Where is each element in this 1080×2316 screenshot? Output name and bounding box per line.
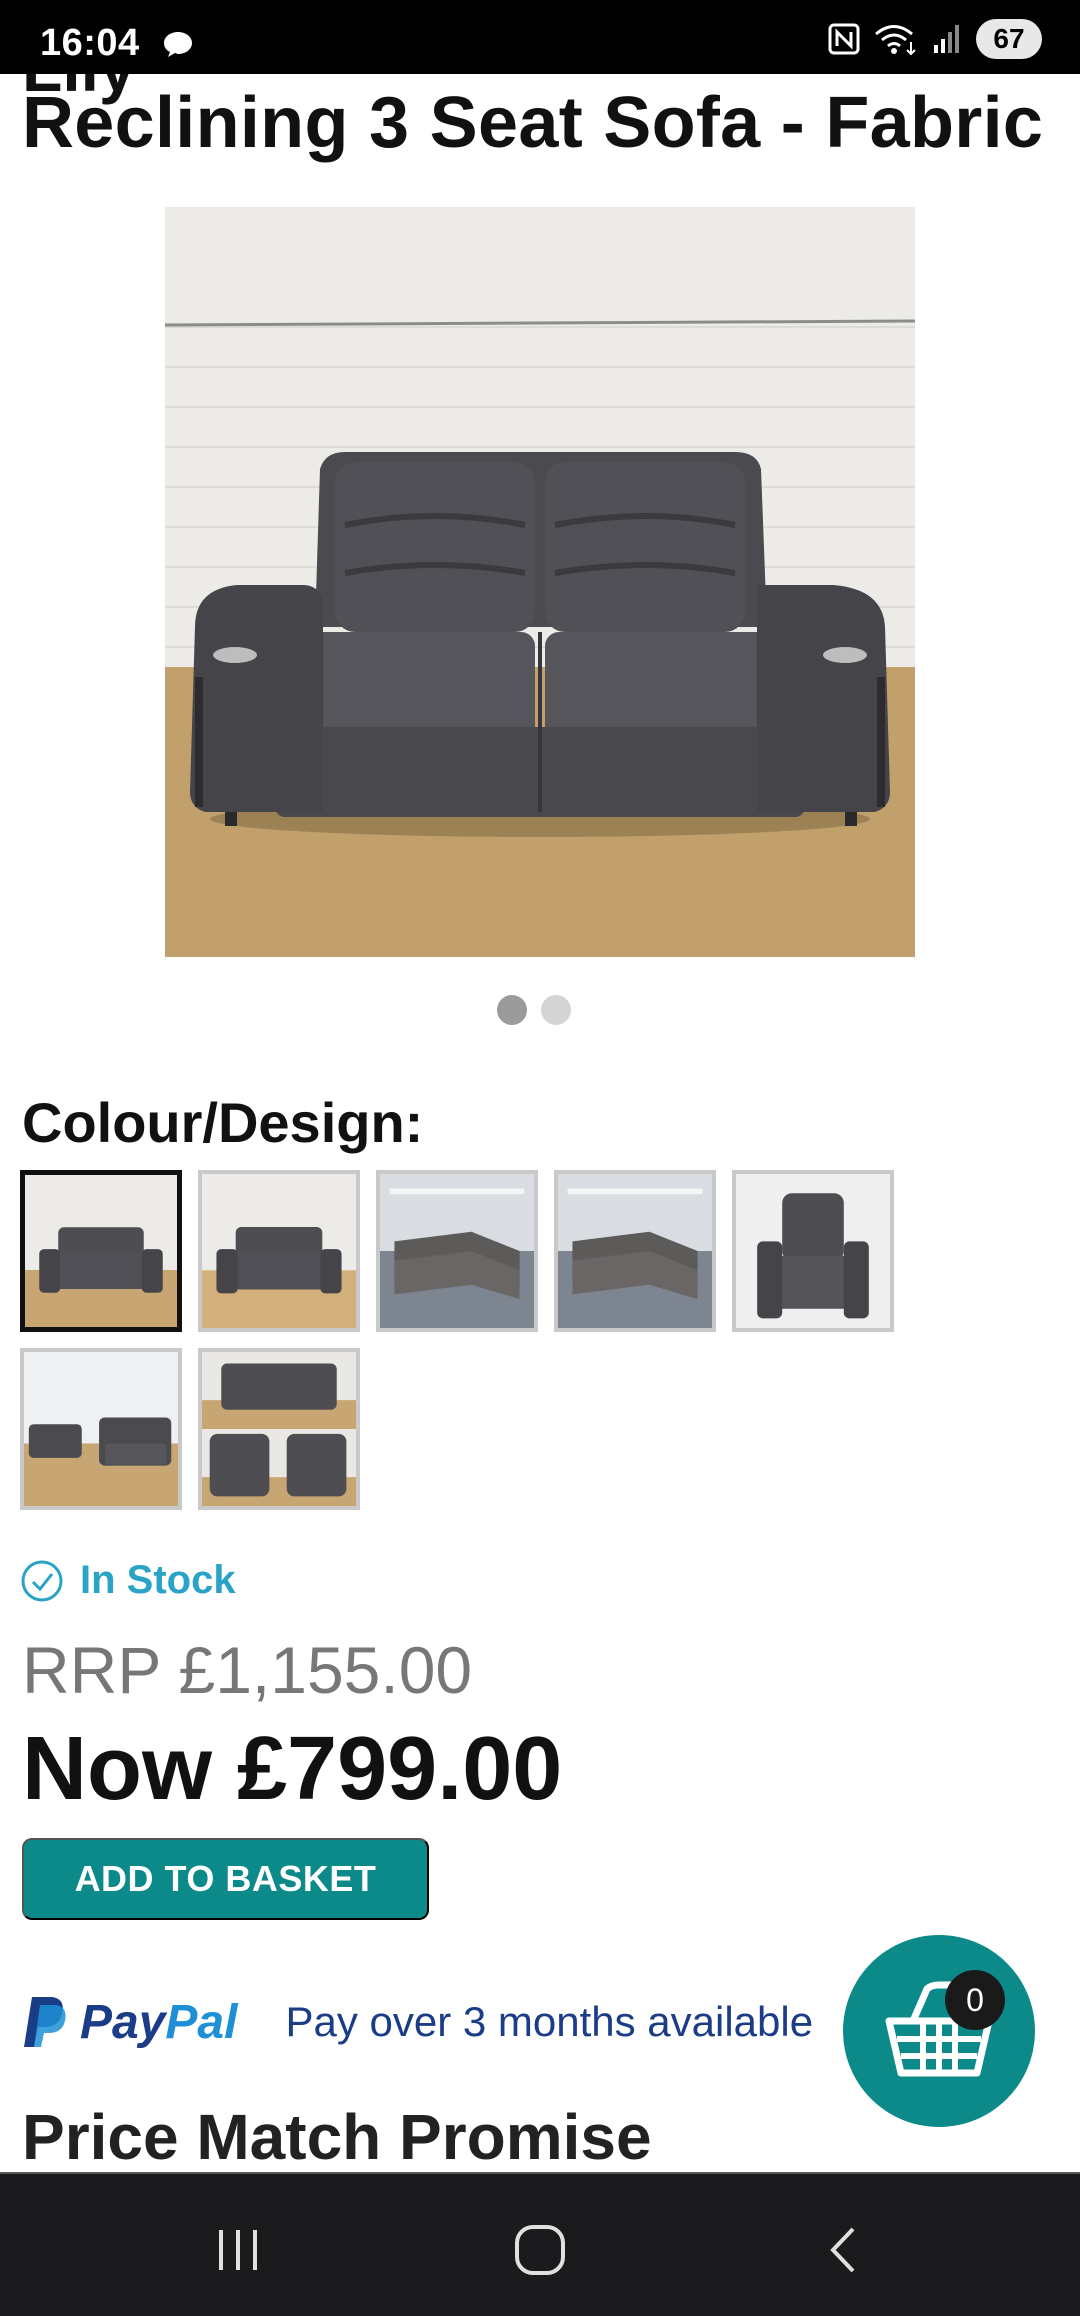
swatch-corner-sofa-image [380, 1174, 534, 1328]
cart-count-badge: 0 [945, 1970, 1005, 2030]
status-icons: 67 [828, 18, 1042, 60]
now-price: Now £799.00 [22, 1719, 563, 1819]
status-bar: 16:04 67 [0, 0, 1080, 74]
status-time: 16:04 [40, 22, 140, 64]
colour-swatch-7[interactable] [198, 1348, 360, 1510]
colour-swatch-2[interactable] [198, 1170, 360, 1332]
swatch-corner-sofa-image [558, 1174, 712, 1328]
back-icon [830, 2227, 855, 2273]
colour-swatch-6[interactable] [20, 1348, 182, 1510]
carousel-dot-2[interactable] [541, 995, 571, 1025]
stock-status: In Stock [20, 1558, 236, 1603]
battery-indicator: 67 [976, 19, 1042, 59]
price-match-heading: Price Match Promise [22, 2101, 652, 2173]
paypal-instalments-text: Pay over 3 months available [285, 1998, 814, 2045]
swatch-armchair-image [736, 1174, 890, 1328]
swatch-sofa-image [25, 1175, 177, 1327]
check-circle-icon [21, 1560, 63, 1601]
paypal-banner[interactable]: PayPal Pay over 3 months available [22, 1990, 813, 2054]
stock-label: In Stock [80, 1558, 236, 1602]
product-main-image[interactable] [165, 207, 915, 957]
colour-swatch-3[interactable] [376, 1170, 538, 1332]
carousel-dots [497, 995, 571, 1025]
paypal-icon [24, 1997, 66, 2047]
swatch-collage-image [202, 1352, 356, 1506]
paypal-wordmark: PayPal [80, 1995, 238, 2049]
rrp-price: RRP £1,155.00 [22, 1633, 473, 1707]
system-navigation-bar [0, 2172, 1080, 2316]
recents-button[interactable] [198, 2210, 278, 2290]
product-title: Reclining 3 Seat Sofa - Fabric [22, 83, 1044, 163]
home-button[interactable] [500, 2210, 580, 2290]
home-icon [515, 2225, 565, 2275]
back-button[interactable] [804, 2210, 884, 2290]
recents-icon [219, 2230, 257, 2270]
colour-swatch-1[interactable] [20, 1170, 182, 1332]
nfc-icon [828, 23, 860, 55]
colour-swatch-5[interactable] [732, 1170, 894, 1332]
swatch-sofa-set-image [24, 1352, 178, 1506]
battery-level: 67 [993, 23, 1025, 54]
colour-design-label: Colour/Design: [22, 1091, 424, 1154]
carousel-dot-1[interactable] [497, 995, 527, 1025]
colour-swatch-4[interactable] [554, 1170, 716, 1332]
chat-bubble-icon [164, 32, 192, 57]
cart-button[interactable] [843, 1935, 1035, 2127]
add-to-basket-button[interactable]: ADD TO BASKET [22, 1838, 429, 1920]
signal-icon [934, 25, 959, 53]
swatch-sofa-image [202, 1174, 356, 1328]
sofa-photo [165, 207, 915, 957]
wifi-icon [875, 25, 916, 56]
paypal-logo: PayPal [22, 1995, 237, 2050]
